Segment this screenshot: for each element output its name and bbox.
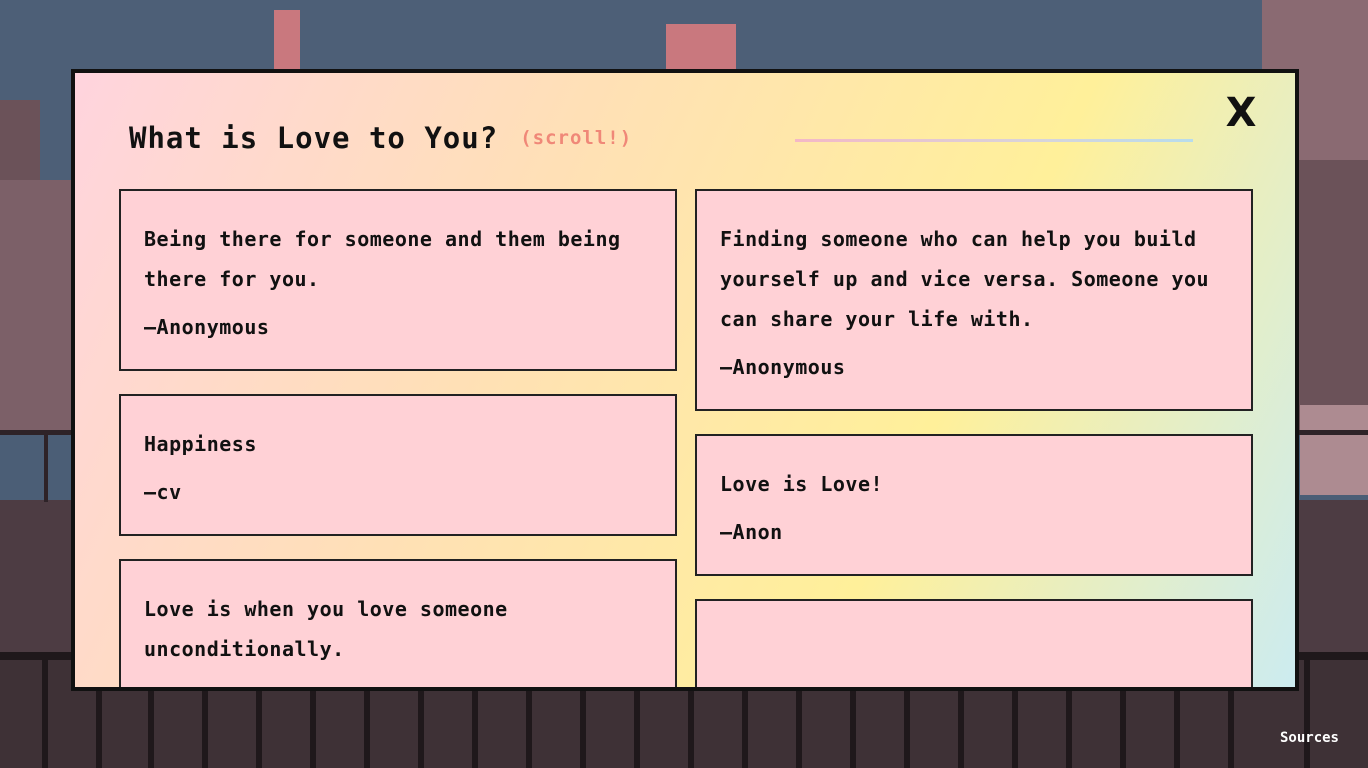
background-balcony xyxy=(1300,405,1368,495)
response-card: Love is Love! —Anon xyxy=(695,434,1253,576)
background-tower xyxy=(666,24,736,70)
background-building xyxy=(0,100,40,180)
scroll-hint: (scroll!) xyxy=(520,127,633,149)
card-author: —Anonymous xyxy=(720,355,846,379)
card-author: —Anon xyxy=(720,520,783,544)
response-card: Finding someone who can help you build y… xyxy=(695,189,1253,411)
card-message: Being there for someone and them being t… xyxy=(144,227,621,291)
response-card: Love is when you love someone unconditio… xyxy=(119,559,677,687)
cards-column-right[interactable]: Finding someone who can help you build y… xyxy=(695,189,1253,687)
response-card: Happiness —cv xyxy=(119,394,677,536)
card-author: —cv xyxy=(144,480,182,504)
card-message: Happiness xyxy=(144,432,257,456)
fence-post xyxy=(1304,652,1310,768)
card-message: Love is when you love someone unconditio… xyxy=(144,597,508,661)
close-button[interactable]: X xyxy=(1223,93,1259,133)
response-card: Being there for someone and them being t… xyxy=(119,189,677,371)
background-building xyxy=(1298,160,1368,430)
sources-link[interactable]: Sources xyxy=(1280,730,1339,746)
response-card xyxy=(695,599,1253,687)
background-tower xyxy=(274,10,300,70)
fence-post xyxy=(42,652,48,768)
cards-column-left[interactable]: Being there for someone and them being t… xyxy=(119,189,677,687)
header-divider xyxy=(795,139,1193,142)
modal-header: What is Love to You? (scroll!) xyxy=(129,121,632,155)
modal-title: What is Love to You? xyxy=(129,121,499,155)
card-message: Finding someone who can help you build y… xyxy=(720,227,1210,331)
love-modal: What is Love to You? (scroll!) X Being t… xyxy=(71,69,1299,691)
card-message: Love is Love! xyxy=(720,472,884,496)
card-author: —Anonymous xyxy=(144,315,270,339)
background-building xyxy=(0,180,72,430)
railing-post xyxy=(44,430,48,502)
